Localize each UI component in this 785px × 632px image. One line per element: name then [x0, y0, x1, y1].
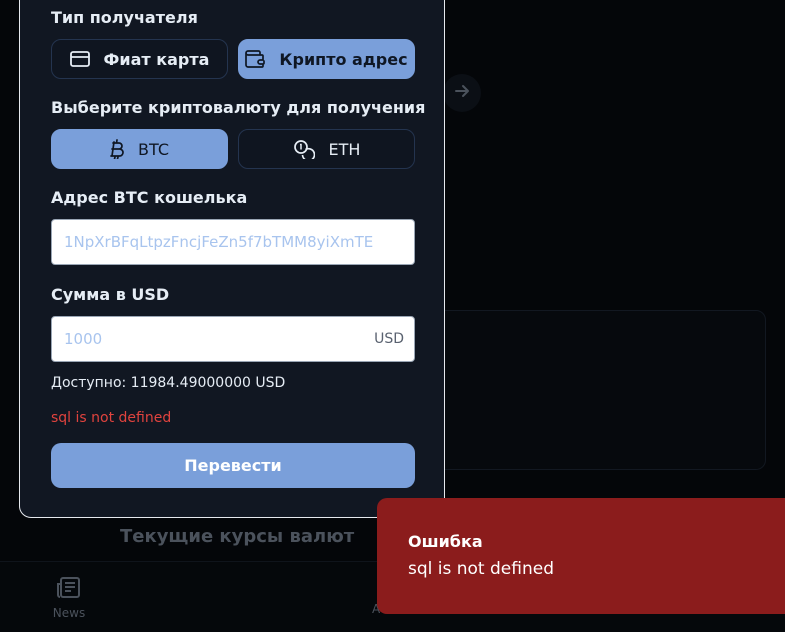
newspaper-icon	[56, 577, 82, 604]
fiat-card-option-label: Фиат карта	[103, 49, 210, 69]
nav-label-news: News	[52, 606, 86, 620]
toast-message: sql is not defined	[408, 559, 554, 579]
amount-field[interactable]: USD	[51, 316, 415, 362]
available-balance: Доступно: 11984.49000000 USD	[51, 375, 286, 391]
wallet-icon	[245, 50, 266, 68]
toast-title: Ошибка	[408, 532, 483, 551]
crypto-select-label: Выберите криптовалюту для получения	[51, 98, 426, 117]
bitcoin-icon	[110, 139, 124, 159]
amount-input[interactable]	[62, 329, 367, 349]
recipient-type-label: Тип получателя	[51, 8, 198, 27]
credit-card-icon	[69, 51, 90, 67]
error-toast[interactable]: Ошибка sql is not defined	[377, 498, 785, 614]
next-arrow-button[interactable]	[443, 74, 481, 112]
btc-address-input[interactable]	[62, 232, 404, 252]
amount-label: Сумма в USD	[51, 285, 170, 304]
currency-suffix: USD	[374, 331, 404, 347]
background-card	[420, 310, 766, 470]
rates-title: Текущие курсы валют	[120, 526, 355, 547]
crypto-address-option[interactable]: Крипто адрес	[238, 39, 415, 79]
form-error-message: sql is not defined	[51, 410, 172, 426]
fiat-card-option[interactable]: Фиат карта	[51, 39, 228, 79]
address-field[interactable]	[51, 219, 415, 265]
coins-icon	[293, 139, 315, 159]
nav-item-news[interactable]: News	[52, 576, 86, 620]
arrow-right-icon	[453, 82, 471, 104]
address-label: Адрес BTC кошелька	[51, 188, 248, 207]
eth-option[interactable]: ETH	[238, 129, 415, 169]
eth-option-label: ETH	[328, 139, 361, 159]
crypto-address-option-label: Крипто адрес	[279, 49, 408, 69]
btc-option-label: BTC	[138, 139, 169, 159]
btc-option[interactable]: BTC	[51, 129, 228, 169]
transfer-submit-button[interactable]: Перевести	[51, 443, 415, 488]
